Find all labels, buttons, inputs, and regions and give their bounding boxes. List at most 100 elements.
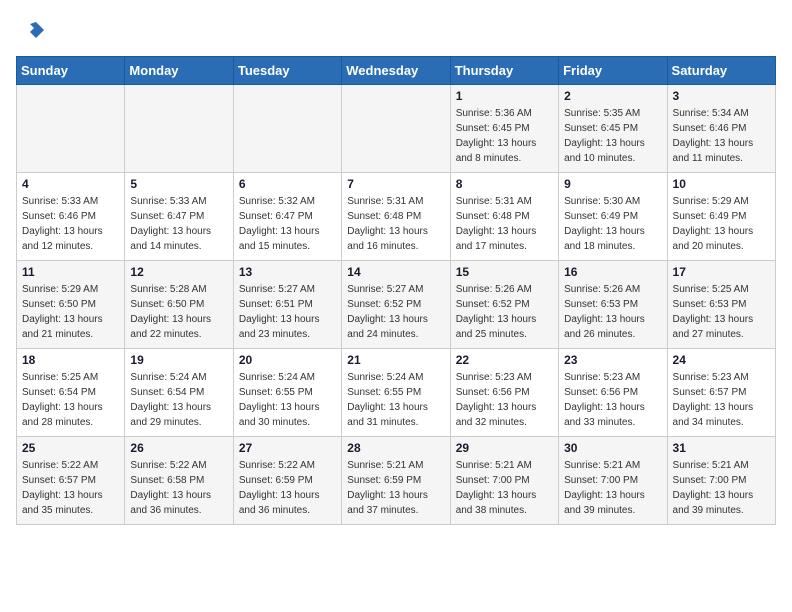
day-info: Sunrise: 5:22 AM Sunset: 6:57 PM Dayligh… — [22, 458, 119, 518]
day-number: 12 — [130, 265, 227, 279]
calendar-cell: 14 Sunrise: 5:27 AM Sunset: 6:52 PM Dayli… — [342, 261, 450, 349]
day-info: Sunrise: 5:21 AM Sunset: 6:59 PM Dayligh… — [347, 458, 444, 518]
day-header-thursday: Thursday — [450, 57, 558, 85]
day-number: 8 — [456, 177, 553, 191]
calendar-cell: 10 Sunrise: 5:29 AM Sunset: 6:49 PM Dayli… — [667, 173, 775, 261]
calendar-cell: 4 Sunrise: 5:33 AM Sunset: 6:46 PM Daylig… — [17, 173, 125, 261]
day-number: 24 — [673, 353, 770, 367]
day-info: Sunrise: 5:27 AM Sunset: 6:52 PM Dayligh… — [347, 282, 444, 342]
day-number: 20 — [239, 353, 336, 367]
day-info: Sunrise: 5:29 AM Sunset: 6:50 PM Dayligh… — [22, 282, 119, 342]
calendar-cell: 23 Sunrise: 5:23 AM Sunset: 6:56 PM Dayli… — [559, 349, 667, 437]
day-number: 4 — [22, 177, 119, 191]
day-info: Sunrise: 5:23 AM Sunset: 6:56 PM Dayligh… — [456, 370, 553, 430]
day-number: 7 — [347, 177, 444, 191]
calendar-cell: 15 Sunrise: 5:26 AM Sunset: 6:52 PM Dayli… — [450, 261, 558, 349]
logo-icon — [16, 16, 44, 44]
calendar-cell: 7Sunrise: 5:31 AM Sunset: 6:48 PM Daylig… — [342, 173, 450, 261]
day-info: Sunrise: 5:25 AM Sunset: 6:54 PM Dayligh… — [22, 370, 119, 430]
day-info: Sunrise: 5:28 AM Sunset: 6:50 PM Dayligh… — [130, 282, 227, 342]
day-header-wednesday: Wednesday — [342, 57, 450, 85]
day-info: Sunrise: 5:24 AM Sunset: 6:55 PM Dayligh… — [347, 370, 444, 430]
calendar-cell: 13 Sunrise: 5:27 AM Sunset: 6:51 PM Dayli… — [233, 261, 341, 349]
day-number: 30 — [564, 441, 661, 455]
calendar-cell: 3Sunrise: 5:34 AM Sunset: 6:46 PM Daylig… — [667, 85, 775, 173]
calendar-cell: 5Sunrise: 5:33 AM Sunset: 6:47 PM Daylig… — [125, 173, 233, 261]
day-header-friday: Friday — [559, 57, 667, 85]
calendar-cell: 20 Sunrise: 5:24 AM Sunset: 6:55 PM Dayli… — [233, 349, 341, 437]
day-number: 10 — [673, 177, 770, 191]
day-info: Sunrise: 5:29 AM Sunset: 6:49 PM Dayligh… — [673, 194, 770, 254]
day-info: Sunrise: 5:23 AM Sunset: 6:57 PM Dayligh… — [673, 370, 770, 430]
day-info: Sunrise: 5:22 AM Sunset: 6:58 PM Dayligh… — [130, 458, 227, 518]
day-header-tuesday: Tuesday — [233, 57, 341, 85]
calendar-cell: 31Sunrise: 5:21 AM Sunset: 7:00 PM Dayli… — [667, 437, 775, 525]
day-number: 15 — [456, 265, 553, 279]
day-number: 11 — [22, 265, 119, 279]
day-info: Sunrise: 5:24 AM Sunset: 6:55 PM Dayligh… — [239, 370, 336, 430]
day-number: 22 — [456, 353, 553, 367]
calendar-cell — [17, 85, 125, 173]
day-info: Sunrise: 5:34 AM Sunset: 6:46 PM Dayligh… — [673, 106, 770, 166]
calendar-cell: 29 Sunrise: 5:21 AM Sunset: 7:00 PM Dayli… — [450, 437, 558, 525]
day-info: Sunrise: 5:21 AM Sunset: 7:00 PM Dayligh… — [564, 458, 661, 518]
calendar-cell — [233, 85, 341, 173]
day-info: Sunrise: 5:33 AM Sunset: 6:47 PM Dayligh… — [130, 194, 227, 254]
day-info: Sunrise: 5:32 AM Sunset: 6:47 PM Dayligh… — [239, 194, 336, 254]
day-number: 29 — [456, 441, 553, 455]
calendar-cell: 24 Sunrise: 5:23 AM Sunset: 6:57 PM Dayli… — [667, 349, 775, 437]
day-number: 25 — [22, 441, 119, 455]
day-number: 19 — [130, 353, 227, 367]
calendar-cell: 11 Sunrise: 5:29 AM Sunset: 6:50 PM Dayli… — [17, 261, 125, 349]
calendar-cell: 21Sunrise: 5:24 AM Sunset: 6:55 PM Dayli… — [342, 349, 450, 437]
day-number: 28 — [347, 441, 444, 455]
calendar-cell: 27 Sunrise: 5:22 AM Sunset: 6:59 PM Dayli… — [233, 437, 341, 525]
day-number: 14 — [347, 265, 444, 279]
day-info: Sunrise: 5:30 AM Sunset: 6:49 PM Dayligh… — [564, 194, 661, 254]
day-number: 26 — [130, 441, 227, 455]
calendar-cell: 9 Sunrise: 5:30 AM Sunset: 6:49 PM Daylig… — [559, 173, 667, 261]
calendar-cell — [342, 85, 450, 173]
day-info: Sunrise: 5:31 AM Sunset: 6:48 PM Dayligh… — [456, 194, 553, 254]
calendar-week-4: 18 Sunrise: 5:25 AM Sunset: 6:54 PM Dayli… — [17, 349, 776, 437]
day-info: Sunrise: 5:33 AM Sunset: 6:46 PM Dayligh… — [22, 194, 119, 254]
day-number: 23 — [564, 353, 661, 367]
day-number: 16 — [564, 265, 661, 279]
calendar-week-1: 1Sunrise: 5:36 AM Sunset: 6:45 PM Daylig… — [17, 85, 776, 173]
day-info: Sunrise: 5:35 AM Sunset: 6:45 PM Dayligh… — [564, 106, 661, 166]
calendar-header: SundayMondayTuesdayWednesdayThursdayFrid… — [17, 57, 776, 85]
day-number: 9 — [564, 177, 661, 191]
day-header-monday: Monday — [125, 57, 233, 85]
calendar-week-3: 11 Sunrise: 5:29 AM Sunset: 6:50 PM Dayli… — [17, 261, 776, 349]
calendar-cell: 6 Sunrise: 5:32 AM Sunset: 6:47 PM Daylig… — [233, 173, 341, 261]
day-info: Sunrise: 5:21 AM Sunset: 7:00 PM Dayligh… — [456, 458, 553, 518]
day-number: 27 — [239, 441, 336, 455]
calendar-cell: 2 Sunrise: 5:35 AM Sunset: 6:45 PM Daylig… — [559, 85, 667, 173]
day-number: 13 — [239, 265, 336, 279]
day-info: Sunrise: 5:21 AM Sunset: 7:00 PM Dayligh… — [673, 458, 770, 518]
calendar-cell: 26 Sunrise: 5:22 AM Sunset: 6:58 PM Dayli… — [125, 437, 233, 525]
calendar-cell: 16 Sunrise: 5:26 AM Sunset: 6:53 PM Dayli… — [559, 261, 667, 349]
day-info: Sunrise: 5:25 AM Sunset: 6:53 PM Dayligh… — [673, 282, 770, 342]
day-header-sunday: Sunday — [17, 57, 125, 85]
day-info: Sunrise: 5:26 AM Sunset: 6:52 PM Dayligh… — [456, 282, 553, 342]
day-number: 18 — [22, 353, 119, 367]
calendar-cell — [125, 85, 233, 173]
day-info: Sunrise: 5:26 AM Sunset: 6:53 PM Dayligh… — [564, 282, 661, 342]
calendar-cell: 22 Sunrise: 5:23 AM Sunset: 6:56 PM Dayli… — [450, 349, 558, 437]
day-info: Sunrise: 5:24 AM Sunset: 6:54 PM Dayligh… — [130, 370, 227, 430]
calendar-cell: 30 Sunrise: 5:21 AM Sunset: 7:00 PM Dayli… — [559, 437, 667, 525]
calendar-cell: 17 Sunrise: 5:25 AM Sunset: 6:53 PM Dayli… — [667, 261, 775, 349]
day-number: 6 — [239, 177, 336, 191]
page-header — [16, 16, 776, 44]
day-info: Sunrise: 5:22 AM Sunset: 6:59 PM Dayligh… — [239, 458, 336, 518]
calendar-week-5: 25 Sunrise: 5:22 AM Sunset: 6:57 PM Dayli… — [17, 437, 776, 525]
day-info: Sunrise: 5:23 AM Sunset: 6:56 PM Dayligh… — [564, 370, 661, 430]
day-info: Sunrise: 5:27 AM Sunset: 6:51 PM Dayligh… — [239, 282, 336, 342]
day-number: 17 — [673, 265, 770, 279]
calendar-cell: 18 Sunrise: 5:25 AM Sunset: 6:54 PM Dayli… — [17, 349, 125, 437]
calendar-cell: 19 Sunrise: 5:24 AM Sunset: 6:54 PM Dayli… — [125, 349, 233, 437]
day-number: 2 — [564, 89, 661, 103]
calendar-week-2: 4 Sunrise: 5:33 AM Sunset: 6:46 PM Daylig… — [17, 173, 776, 261]
day-number: 1 — [456, 89, 553, 103]
